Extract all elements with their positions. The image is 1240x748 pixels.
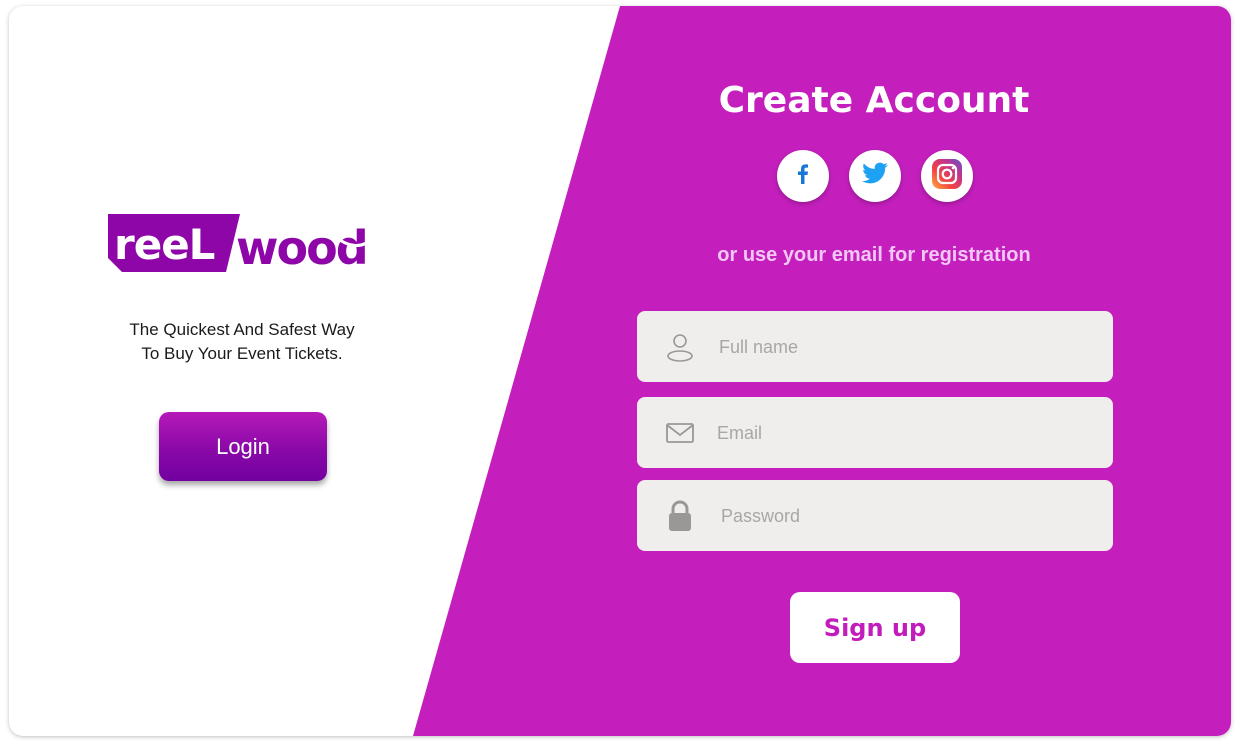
password-field[interactable] <box>637 480 1113 553</box>
registration-subtitle: or use your email for registration <box>717 244 1031 266</box>
tagline-line-1: The Quickest And Safest Way <box>129 320 355 339</box>
email-field[interactable] <box>637 397 1113 470</box>
instagram-button[interactable] <box>921 150 973 202</box>
email-input[interactable] <box>715 397 1089 470</box>
facebook-button[interactable] <box>777 150 829 202</box>
twitter-icon <box>861 162 889 191</box>
tagline-line-2: To Buy Your Event Tickets. <box>141 344 343 363</box>
login-button[interactable]: Login <box>159 412 327 481</box>
fullname-field[interactable] <box>637 311 1113 384</box>
user-icon <box>663 331 697 363</box>
twitter-button[interactable] <box>849 150 901 202</box>
tagline: The Quickest And Safest Way To Buy Your … <box>89 318 395 366</box>
password-input[interactable] <box>719 480 1093 553</box>
create-account-title: Create Account <box>718 80 1030 121</box>
instagram-icon <box>931 158 963 195</box>
fullname-input[interactable] <box>717 311 1091 384</box>
signup-button[interactable]: Sign up <box>790 592 960 663</box>
facebook-icon <box>791 162 815 191</box>
reelwood-logo: reeL wood <box>108 214 382 279</box>
svg-text:reeL: reeL <box>114 220 215 269</box>
lock-icon <box>663 500 697 532</box>
mail-icon <box>663 417 697 449</box>
svg-text:wood: wood <box>236 221 367 274</box>
auth-card: reeL wood The Quickest And Safest Way To… <box>9 6 1231 736</box>
